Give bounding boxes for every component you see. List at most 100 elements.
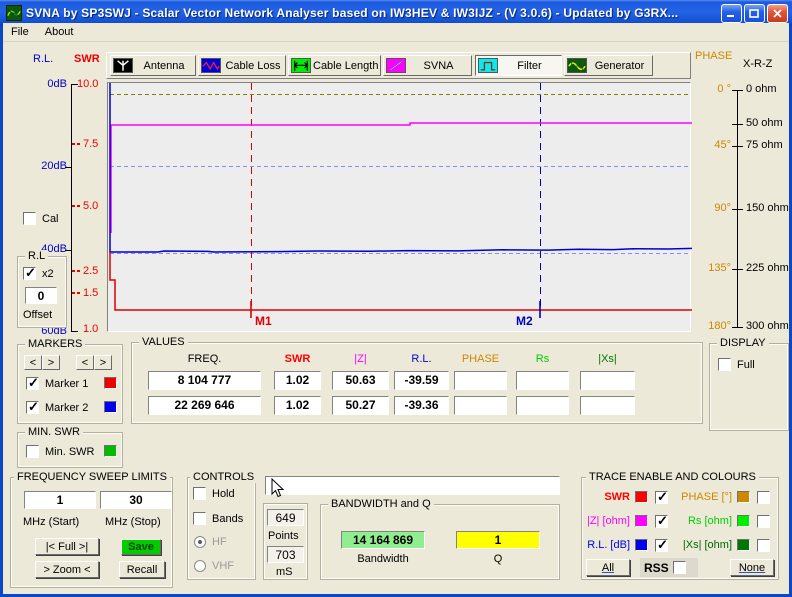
svna-icon [386,58,406,73]
menu-file[interactable]: File [3,24,37,40]
trace-phase-swatch[interactable] [737,491,750,503]
toolbar-label-filter: Filter [498,60,561,72]
swr-tick-5: 5.0 [83,200,98,212]
display-full-checkbox[interactable] [718,358,731,371]
min-swr-checkbox[interactable] [26,445,39,458]
minimize-button[interactable] [721,4,742,23]
antenna-icon [113,58,133,73]
marker2-prev-button[interactable]: < [76,355,94,370]
toolbar-label-svna: SVNA [406,60,471,72]
trace-rs-swatch[interactable] [737,515,750,527]
stop-frequency-input[interactable]: 30 [100,491,172,509]
trace-rs-checkbox[interactable] [757,515,770,528]
trace-enable-group: TRACE ENABLE AND COLOURS SWR |Z| [ohm] R… [581,477,779,580]
toolbar-label-cable-length: Cable Length [311,60,380,72]
ms-value: 703 [267,546,304,563]
toolbar-button-cable-loss[interactable]: Cable Loss [198,55,286,76]
bands-label: Bands [212,513,243,525]
x2-checkbox[interactable] [23,267,36,280]
controls-group-title: CONTROLS [190,471,257,483]
value-m2-z: 50.27 [332,396,389,415]
values-header-xs: |Xs| [580,353,635,365]
toolbar-label-antenna: Antenna [133,60,195,72]
marker2-color-swatch[interactable] [104,401,117,413]
value-m1-freq: 8 104 777 [148,371,261,390]
values-header-phase: PHASE [454,353,507,365]
marker1-prev-button[interactable]: < [24,355,42,370]
maximize-button[interactable] [744,4,765,23]
marker1-color-swatch[interactable] [104,377,117,389]
cable-length-icon [291,58,311,73]
trace-swr-swatch[interactable] [635,491,648,503]
value-m2-swr: 1.02 [274,396,321,415]
markers-group-title: MARKERS [25,338,85,350]
toolbar-button-antenna[interactable]: Antenna [110,55,196,76]
hold-checkbox[interactable] [193,487,206,500]
value-m1-xs [580,371,635,390]
none-traces-button[interactable]: None [730,559,774,576]
vhf-radio[interactable] [194,560,206,572]
marker2-checkbox[interactable] [26,401,39,414]
close-button[interactable] [767,4,788,23]
vhf-row: VHF [194,560,234,572]
toolbar-button-generator[interactable]: Generator [564,55,653,76]
trace-swr-label: SWR [582,491,630,503]
all-traces-button[interactable]: All [586,559,630,576]
trace-phase-checkbox[interactable] [757,491,770,504]
phase-tick-180: 180° [697,320,731,332]
trace-xs-checkbox[interactable] [757,539,770,552]
toolbar-button-svna[interactable]: SVNA [383,55,472,76]
min-swr-group: MIN. SWR Min. SWR [17,432,123,468]
chart-plot-area[interactable]: M1 M2 [107,82,691,332]
swr-tick-2-5: 2.5 [83,265,98,277]
marker1-next-button[interactable]: > [42,355,60,370]
min-swr-color-swatch[interactable] [104,445,117,457]
marker2-next-button[interactable]: > [94,355,112,370]
zoom-sweep-button[interactable]: > Zoom < [35,561,99,578]
trace-xs-swatch[interactable] [737,539,750,551]
mouse-cursor [271,478,285,499]
trace-xs-label: |Xs| [ohm] [677,539,732,551]
rss-checkbox[interactable] [673,561,686,574]
swr-trace [110,252,692,310]
app-icon [6,5,22,21]
q-value: 1 [456,531,540,549]
swr-tick-1-5: 1.5 [83,287,98,299]
toolbar-button-filter[interactable]: Filter [475,55,562,76]
trace-rl-swatch[interactable] [635,539,648,551]
ohm-tick-mark [732,90,743,91]
full-sweep-button[interactable]: |< Full >| [35,538,99,555]
ohm-tick-mark [732,146,743,147]
toolbar-label-generator: Generator [587,60,652,72]
bands-checkbox[interactable] [193,512,206,525]
min-swr-label: Min. SWR [45,446,95,458]
toolbar-label-cable-loss: Cable Loss [221,60,285,72]
marker1-checkbox[interactable] [26,377,39,390]
rl-axis-title: R.L. [33,53,53,65]
ohm-tick-0: 0 ohm [746,83,777,95]
offset-input[interactable]: 0 [25,287,57,304]
hf-radio[interactable] [194,536,206,548]
value-m1-rl: -39.59 [394,371,449,390]
cal-checkbox[interactable] [23,212,36,225]
swr-tick-10: 10.0 [77,78,98,90]
trace-rl-checkbox[interactable] [655,539,668,552]
timing-panel: 649 Points 703 mS [263,503,308,580]
trace-z-checkbox[interactable] [655,515,668,528]
save-button[interactable]: Save [121,539,161,555]
phase-tick-0: 0 ° [697,83,731,95]
ohm-tick-75: 75 ohm [746,139,783,151]
swr-tick-7-5: 7.5 [83,138,98,150]
menu-about[interactable]: About [37,24,82,40]
values-header-z: |Z| [332,353,389,365]
trace-swr-checkbox[interactable] [655,491,668,504]
status-input[interactable] [265,476,560,495]
toolbar-button-cable-length[interactable]: Cable Length [288,55,381,76]
recall-button[interactable]: Recall [119,561,165,578]
start-frequency-input[interactable]: 1 [24,491,96,509]
app-window: SVNA by SP3SWJ - Scalar Vector Network A… [0,0,792,597]
rl-tick-20db: 20dB [33,160,67,172]
trace-z-swatch[interactable] [635,515,648,527]
xrz-axis-title: X-R-Z [743,58,772,70]
ohm-tick-mark [732,327,743,328]
